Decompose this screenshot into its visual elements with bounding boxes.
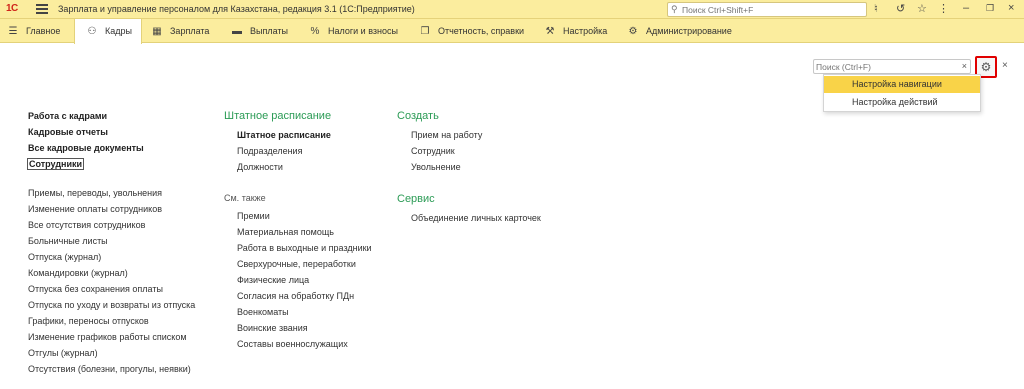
tab-main[interactable]: ☰ Главное xyxy=(6,19,61,43)
app-title: Зарплата и управление персоналом для Каз… xyxy=(58,4,415,14)
list-item[interactable]: Отгулы (журнал) xyxy=(28,348,98,358)
panel-search-input[interactable] xyxy=(816,61,956,72)
section-bar: ☰ Главное ⚇ Кадры ▦ Зарплата ▬ Выплаты % Нало… xyxy=(0,19,1024,44)
list-item[interactable]: Объединение личных карточек xyxy=(411,213,541,223)
history-icon[interactable]: ↺ xyxy=(896,2,905,17)
list-item[interactable]: Штатное расписание xyxy=(237,130,331,140)
section-heading-staffing: Штатное расписание xyxy=(224,110,332,122)
app-logo: 1С xyxy=(6,3,18,14)
list-item[interactable]: Работа в выходные и праздники xyxy=(237,243,372,253)
panel-search[interactable]: × xyxy=(813,59,971,74)
clear-search-icon[interactable]: × xyxy=(962,61,967,71)
link-personnel-work[interactable]: Работа с кадрами xyxy=(28,111,107,121)
panel-close-icon[interactable]: × xyxy=(1002,60,1008,71)
menu-item-action-settings[interactable]: Настройка действий xyxy=(824,94,980,111)
list-item[interactable]: Физические лица xyxy=(237,275,309,285)
list-item[interactable]: Воинские звания xyxy=(237,323,308,333)
star-icon[interactable]: ☆ xyxy=(917,2,927,17)
title-bar: 1С Зарплата и управление персоналом для … xyxy=(0,0,1024,19)
list-item[interactable]: Материальная помощь xyxy=(237,227,334,237)
link-personnel-reports[interactable]: Кадровые отчеты xyxy=(28,127,108,137)
search-icon: ⚲ xyxy=(671,4,678,14)
list-item[interactable]: Больничные листы xyxy=(28,236,108,246)
tab-administration[interactable]: ⚙ Администрирование xyxy=(626,19,732,43)
restore-icon[interactable]: ❐ xyxy=(986,3,994,18)
list-item[interactable]: Прием на работу xyxy=(411,130,482,140)
bell-icon[interactable]: ♮ xyxy=(874,2,878,17)
list-item[interactable]: Изменение графиков работы списком xyxy=(28,332,187,342)
people-icon: ⚇ xyxy=(87,26,97,37)
reports-icon: ❐ xyxy=(420,26,430,37)
calculator-icon: ▦ xyxy=(152,26,162,37)
more-icon[interactable]: ⋮ xyxy=(938,2,949,17)
list-item[interactable]: Увольнение xyxy=(411,162,461,172)
close-icon[interactable]: × xyxy=(1008,2,1014,17)
minimize-icon[interactable]: – xyxy=(963,2,969,17)
list-item[interactable]: Приемы, переводы, увольнения xyxy=(28,188,162,198)
list-item[interactable]: Согласия на обработку ПДн xyxy=(237,291,354,301)
list-item[interactable]: Командировки (журнал) xyxy=(28,268,128,278)
wallet-icon: ▬ xyxy=(232,26,242,37)
section-heading-create: Создать xyxy=(397,110,439,122)
menu-item-navigation-settings[interactable]: Настройка навигации xyxy=(824,76,980,93)
wrench-icon: ⚒ xyxy=(545,26,555,37)
link-all-documents[interactable]: Все кадровые документы xyxy=(28,143,144,153)
main-menu-icon[interactable] xyxy=(36,4,48,14)
list-item[interactable]: Военкоматы xyxy=(237,307,289,317)
tab-reports[interactable]: ❐ Отчетность, справки xyxy=(418,19,525,43)
list-item[interactable]: Сверхурочные, переработки xyxy=(237,259,356,269)
global-search-input[interactable] xyxy=(682,4,862,15)
see-also-label: См. также xyxy=(224,193,266,203)
list-item[interactable]: Должности xyxy=(237,162,283,172)
list-item[interactable]: Отпуска без сохранения оплаты xyxy=(28,284,163,294)
list-item[interactable]: Графики, переносы отпусков xyxy=(28,316,149,326)
list-item[interactable]: Подразделения xyxy=(237,146,302,156)
percent-icon: % xyxy=(310,26,320,37)
list-item[interactable]: Отсутствия (болезни, прогулы, неявки) xyxy=(28,364,191,374)
section-heading-service: Сервис xyxy=(397,193,435,205)
link-employees[interactable]: Сотрудники xyxy=(27,158,85,170)
list-item[interactable]: Все отсутствия сотрудников xyxy=(28,220,145,230)
gear-icon: ⚙ xyxy=(628,26,638,37)
tab-settings[interactable]: ⚒ Настройка xyxy=(543,19,608,43)
list-item[interactable]: Изменение оплаты сотрудников xyxy=(28,204,162,214)
list-item[interactable]: Отпуска (журнал) xyxy=(28,252,101,262)
gear-icon: ⚙ xyxy=(980,60,992,74)
global-search[interactable]: ⚲ xyxy=(667,2,867,17)
list-item[interactable]: Сотрудник xyxy=(411,146,455,156)
menu-lines-icon: ☰ xyxy=(8,26,18,37)
list-item[interactable]: Премии xyxy=(237,211,270,221)
tab-personnel[interactable]: ⚇ Кадры xyxy=(74,19,142,44)
list-item[interactable]: Отпуска по уходу и возвраты из отпуска xyxy=(28,300,195,310)
tab-payments[interactable]: ▬ Выплаты xyxy=(230,19,288,43)
tab-salary[interactable]: ▦ Зарплата xyxy=(150,19,209,43)
tab-taxes[interactable]: % Налоги и взносы xyxy=(308,19,398,43)
list-item[interactable]: Составы военнослужащих xyxy=(237,339,348,349)
settings-dropdown: Настройка навигации Настройка действий xyxy=(823,74,981,112)
